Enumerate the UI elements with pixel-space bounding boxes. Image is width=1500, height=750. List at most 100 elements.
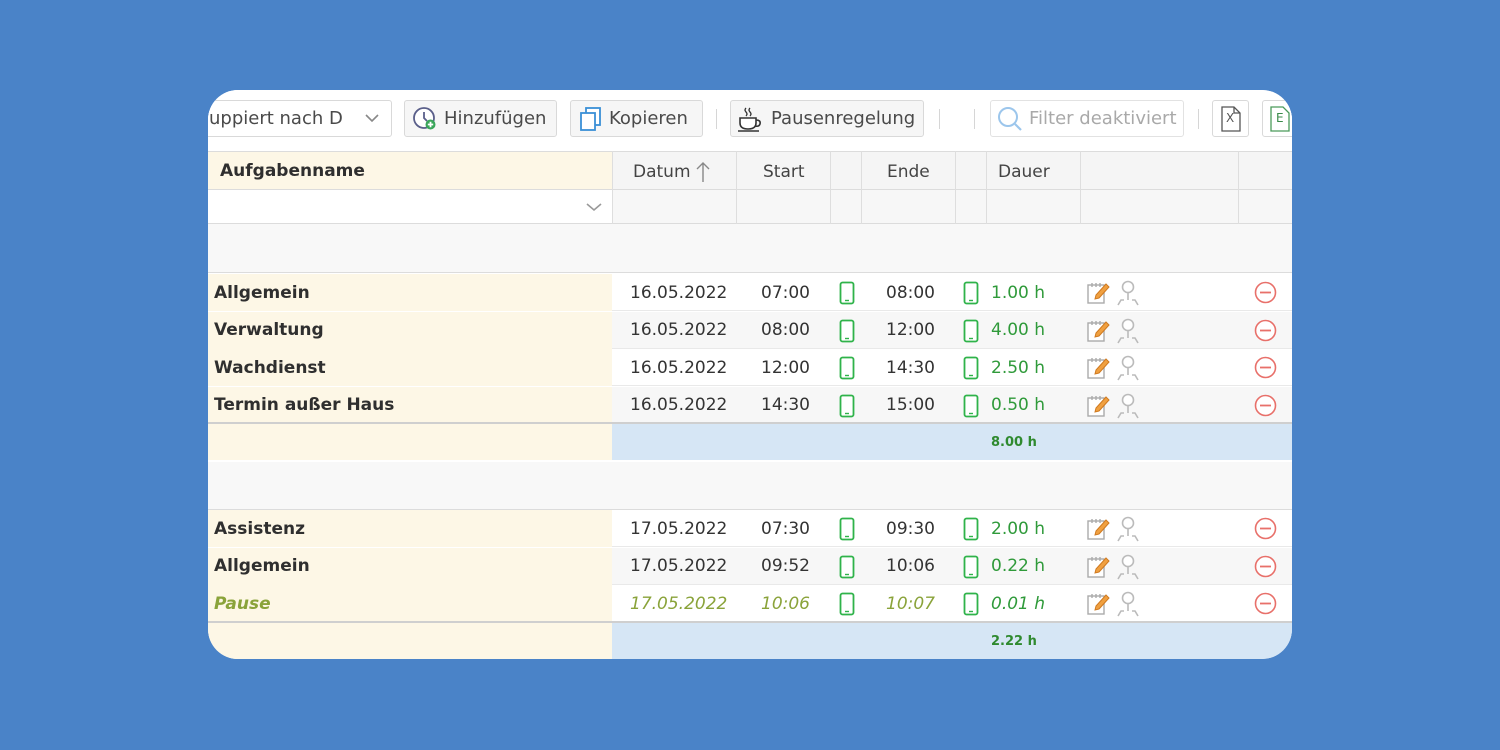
add-button[interactable]: Hinzufügen xyxy=(404,100,557,137)
pause-rules-button[interactable]: Pausenregelung xyxy=(730,100,924,137)
start-time-cell: 10:06 xyxy=(761,593,810,614)
date-cell: 17.05.2022 xyxy=(630,518,728,539)
toolbar-divider xyxy=(974,109,975,129)
column-header-task-name-label: Aufgabenname xyxy=(220,160,365,181)
filter-input[interactable]: Filter deaktiviert xyxy=(990,100,1184,137)
user-assign-icon[interactable] xyxy=(1116,554,1140,580)
column-header-date-label: Datum xyxy=(633,161,691,182)
filter-row xyxy=(612,190,1292,224)
start-time-cell: 14:30 xyxy=(761,395,810,415)
column-header-start-label: Start xyxy=(763,161,805,182)
toolbar-divider xyxy=(1198,109,1199,129)
toolbar-divider xyxy=(716,109,717,129)
start-time-cell: 07:30 xyxy=(761,518,810,539)
group-summary-row: 2.22 h xyxy=(208,621,1292,659)
column-header-task-name[interactable]: Aufgabenname xyxy=(208,151,612,190)
start-mobile-phone-icon xyxy=(839,555,855,579)
copy-icon xyxy=(580,106,601,131)
user-assign-icon[interactable] xyxy=(1116,318,1140,344)
end-time-cell: 10:06 xyxy=(886,556,935,576)
column-header-end[interactable]: Ende xyxy=(887,152,947,191)
duration-cell: 0.22 h xyxy=(991,556,1046,576)
end-mobile-phone-icon xyxy=(963,281,979,305)
edit-note-icon[interactable] xyxy=(1086,281,1110,305)
date-cell: 16.05.2022 xyxy=(630,282,728,303)
add-button-label: Hinzufügen xyxy=(444,108,547,129)
search-icon xyxy=(998,106,1022,131)
group-total-duration: 8.00 h xyxy=(991,434,1037,450)
minus-circle-icon[interactable] xyxy=(1254,555,1277,578)
table-row[interactable]: Allgemein 17.05.2022 09:52 10:06 0.22 h xyxy=(208,547,1292,585)
edit-note-icon[interactable] xyxy=(1086,319,1110,343)
minus-circle-icon[interactable] xyxy=(1254,281,1277,304)
start-time-cell: 07:00 xyxy=(761,282,810,303)
start-time-cell: 08:00 xyxy=(761,320,810,340)
summary-values-cell xyxy=(612,623,1292,659)
end-mobile-phone-icon xyxy=(963,319,979,343)
table-row[interactable]: Assistenz 17.05.2022 07:30 09:30 2.00 h xyxy=(208,510,1292,547)
edit-note-icon[interactable] xyxy=(1086,394,1110,418)
chevron-down-icon xyxy=(365,114,379,123)
start-mobile-phone-icon xyxy=(839,356,855,380)
user-assign-icon[interactable] xyxy=(1116,516,1140,542)
minus-circle-icon[interactable] xyxy=(1254,394,1277,417)
duration-cell: 4.00 h xyxy=(991,320,1046,340)
table-row[interactable]: Verwaltung 16.05.2022 08:00 12:00 4.00 h xyxy=(208,311,1292,349)
summary-values-cell xyxy=(612,424,1292,460)
minus-circle-icon[interactable] xyxy=(1254,319,1277,342)
edit-note-icon[interactable] xyxy=(1086,517,1110,541)
group-header[interactable] xyxy=(208,224,1292,273)
duration-cell: 1.00 h xyxy=(991,282,1046,303)
end-time-cell: 15:00 xyxy=(886,395,935,415)
copy-button[interactable]: Kopieren xyxy=(570,100,703,137)
end-mobile-phone-icon xyxy=(963,555,979,579)
coffee-cup-icon xyxy=(738,107,761,132)
summary-name-cell xyxy=(208,623,612,659)
edit-note-icon[interactable] xyxy=(1086,356,1110,380)
user-assign-icon[interactable] xyxy=(1116,355,1140,381)
minus-circle-icon[interactable] xyxy=(1254,592,1277,615)
user-assign-icon[interactable] xyxy=(1116,393,1140,419)
column-header-start[interactable]: Start xyxy=(763,152,823,191)
date-cell: 17.05.2022 xyxy=(630,593,728,614)
minus-circle-icon[interactable] xyxy=(1254,356,1277,379)
user-assign-icon[interactable] xyxy=(1116,591,1140,617)
column-divider xyxy=(955,151,956,224)
toolbar-divider xyxy=(939,109,940,129)
export-excel-button[interactable]: X xyxy=(1212,100,1249,137)
column-header-end-label: Ende xyxy=(887,161,930,182)
end-mobile-phone-icon xyxy=(963,517,979,541)
copy-button-label: Kopieren xyxy=(609,108,688,129)
table-row[interactable]: Pause 17.05.2022 10:06 10:07 0.01 h xyxy=(208,585,1292,622)
column-header-duration[interactable]: Dauer xyxy=(998,152,1068,191)
filter-placeholder: Filter deaktiviert xyxy=(1029,108,1177,129)
column-header-date[interactable]: Datum xyxy=(633,152,733,191)
task-name-filter-dropdown[interactable] xyxy=(208,190,612,224)
table-row[interactable]: Wachdienst 16.05.2022 12:00 14:30 2.50 h xyxy=(208,349,1292,386)
task-name-cell: Allgemein xyxy=(208,274,612,311)
minus-circle-icon[interactable] xyxy=(1254,517,1277,540)
column-divider xyxy=(861,151,862,224)
e-file-letter: E xyxy=(1276,111,1284,125)
task-name-cell: Assistenz xyxy=(208,510,612,547)
duration-cell: 2.00 h xyxy=(991,518,1046,539)
end-time-cell: 10:07 xyxy=(886,593,935,614)
group-total-duration: 2.22 h xyxy=(991,633,1037,649)
table-row[interactable]: Termin außer Haus 16.05.2022 14:30 15:00… xyxy=(208,386,1292,424)
edit-note-icon[interactable] xyxy=(1086,555,1110,579)
duration-cell: 0.50 h xyxy=(991,395,1046,415)
end-mobile-phone-icon xyxy=(963,394,979,418)
column-divider xyxy=(736,151,737,224)
group-by-select[interactable]: uppiert nach D xyxy=(208,100,392,137)
task-name-cell: Pause xyxy=(208,585,612,622)
date-cell: 17.05.2022 xyxy=(630,556,728,576)
user-assign-icon[interactable] xyxy=(1116,280,1140,306)
table-row[interactable]: Allgemein 16.05.2022 07:00 08:00 1.00 h xyxy=(208,274,1292,311)
date-cell: 16.05.2022 xyxy=(630,320,728,340)
start-mobile-phone-icon xyxy=(839,517,855,541)
group-header[interactable] xyxy=(208,462,1292,510)
export-e-button[interactable]: E xyxy=(1262,100,1292,137)
column-divider xyxy=(830,151,831,224)
summary-name-cell xyxy=(208,424,612,460)
edit-note-icon[interactable] xyxy=(1086,592,1110,616)
